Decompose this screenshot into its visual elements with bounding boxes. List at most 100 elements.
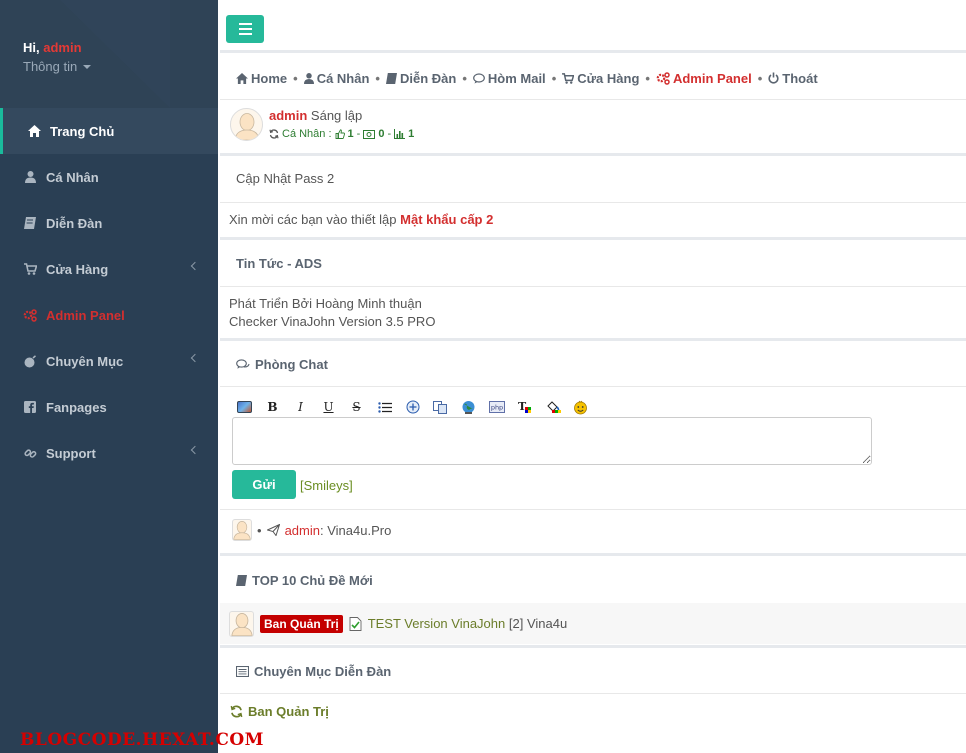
update-pass-notice[interactable]: Cập Nhật Pass 2 <box>220 171 966 186</box>
sidebar-item-home[interactable]: Trang Chủ <box>0 108 218 154</box>
message-user[interactable]: admin <box>285 523 320 538</box>
avatar-silhouette-icon <box>234 113 259 140</box>
news-body: Phát Triển Bởi Hoàng Minh thuận Checker … <box>220 295 966 331</box>
chart-count: 1 <box>408 128 415 140</box>
nav-label: Diễn Đàn <box>399 70 457 86</box>
sidebar-item-forum[interactable]: Diễn Đàn <box>0 200 218 246</box>
top10-title: TOP 10 Chủ Đề Mới <box>252 573 373 588</box>
italic-icon[interactable]: I <box>292 399 309 415</box>
insert-image-icon[interactable] <box>236 399 253 415</box>
top-nav: Home • Cá Nhân • Diễn Đàn • Hòm Mail • C… <box>220 68 966 88</box>
refresh-icon <box>230 705 243 718</box>
book-icon <box>236 575 247 586</box>
sidebar-item-label: Fanpages <box>46 399 107 415</box>
list-alt-icon <box>236 666 249 677</box>
stats-dash: - <box>387 128 392 140</box>
user-line: admin Sáng lập <box>269 108 414 123</box>
underline-icon[interactable]: U <box>320 399 337 415</box>
user-stats: Cá Nhân : 1 - 0 - 1 <box>269 128 414 140</box>
topic-row: Ban Quản Trị TEST Version VinaJohn [2] V… <box>220 603 966 644</box>
greeting: Hi, admin <box>23 40 91 55</box>
menu-toggle-button[interactable] <box>226 15 264 43</box>
message-content: admin: Vina4u.Pro <box>285 523 392 538</box>
nav-mail[interactable]: Hòm Mail <box>472 70 546 86</box>
smileys-link[interactable]: [Smileys] <box>300 478 353 493</box>
sidebar-item-categories[interactable]: Chuyên Mục <box>0 338 218 384</box>
info-dropdown[interactable]: Thông tin <box>23 59 92 74</box>
book-icon <box>22 217 38 229</box>
nav-separator: • <box>757 70 763 86</box>
nav-forum[interactable]: Diễn Đàn <box>385 70 457 86</box>
user-info: admin Sáng lập Cá Nhân : 1 - 0 - 1 <box>269 108 414 140</box>
sidebar-item-label: Chuyên Mục <box>46 353 124 369</box>
news-line: Checker VinaJohn Version 3.5 PRO <box>229 314 436 329</box>
admin-badge[interactable]: Ban Quản Trị <box>260 614 343 633</box>
sidebar-item-support[interactable]: Support <box>0 430 218 476</box>
nav-label: Hòm Mail <box>487 70 546 86</box>
nav-separator: • <box>462 70 467 86</box>
document-check-icon <box>349 616 362 631</box>
nav-label: Cá Nhân <box>316 70 370 86</box>
divider <box>220 237 966 240</box>
chat-avatar[interactable] <box>232 519 252 541</box>
sidebar-menu: Trang Chủ Cá Nhân Diễn Đàn Cửa Hàng Admi… <box>0 108 218 476</box>
power-icon <box>768 72 779 84</box>
nav-separator: • <box>293 70 298 86</box>
add-icon[interactable] <box>404 399 421 415</box>
top10-header: TOP 10 Chủ Đề Mới <box>220 573 966 588</box>
sidebar-item-fanpages[interactable]: Fanpages <box>0 384 218 430</box>
user-panel: admin Sáng lập Cá Nhân : 1 - 0 - 1 <box>220 108 966 144</box>
sidebar-username[interactable]: admin <box>43 40 81 55</box>
nav-separator: • <box>551 70 557 86</box>
php-icon[interactable]: php <box>488 399 505 415</box>
nav-logout[interactable]: Thoát <box>768 70 818 86</box>
bomb-icon <box>22 354 38 368</box>
hamburger-icon-bar <box>238 23 252 25</box>
user-name[interactable]: admin <box>269 108 307 123</box>
globe-icon[interactable] <box>460 399 477 415</box>
topic-link[interactable]: TEST Version VinaJohn <box>368 616 506 631</box>
level2-password-link[interactable]: Mật khẩu cấp 2 <box>400 212 493 227</box>
strikethrough-icon[interactable]: S <box>348 399 365 415</box>
nav-separator: • <box>375 70 380 86</box>
comments-icon <box>236 359 250 369</box>
chat-message: • admin: Vina4u.Pro <box>220 519 966 541</box>
info-label: Thông tin <box>23 59 78 74</box>
text-color-icon[interactable]: T <box>516 399 533 415</box>
send-button[interactable]: Gửi <box>232 470 296 499</box>
caret-down-icon <box>83 64 92 69</box>
topic-avatar[interactable] <box>229 610 254 637</box>
nav-home[interactable]: Home <box>236 71 287 86</box>
divider <box>220 386 966 387</box>
sidebar-item-shop[interactable]: Cửa Hàng <box>0 246 218 292</box>
user-role: Sáng lập <box>310 108 363 123</box>
divider <box>220 99 966 100</box>
divider <box>220 553 966 556</box>
invite-notice: Xin mời các bạn vào thiết lập Mật khẩu c… <box>220 212 966 227</box>
chat-message-input[interactable] <box>232 417 872 465</box>
sidebar-item-label: Trang Chủ <box>50 123 115 139</box>
chevron-left-icon <box>190 261 200 271</box>
money-icon <box>363 129 376 139</box>
sidebar-item-admin-panel[interactable]: Admin Panel <box>0 292 218 338</box>
nav-separator: • <box>645 70 650 86</box>
bold-icon[interactable]: B <box>264 399 281 415</box>
hamburger-icon-bar <box>238 33 252 35</box>
list-icon[interactable] <box>376 399 393 415</box>
nav-personal[interactable]: Cá Nhân <box>303 70 370 86</box>
divider <box>220 338 966 341</box>
paint-bucket-icon[interactable] <box>544 399 561 415</box>
copy-icon[interactable] <box>432 399 449 415</box>
user-avatar[interactable] <box>230 108 263 141</box>
news-header: Tin Tức - ADS <box>220 256 966 271</box>
invite-text: Xin mời các bạn vào thiết lập <box>229 212 397 227</box>
news-line: Phát Triển Bởi Hoàng Minh thuận <box>229 296 422 311</box>
nav-admin-panel[interactable]: Admin Panel <box>656 71 752 86</box>
nav-label: Admin Panel <box>672 70 752 86</box>
forum-category[interactable]: Ban Quản Trị <box>220 704 966 719</box>
sidebar-item-personal[interactable]: Cá Nhân <box>0 154 218 200</box>
nav-shop[interactable]: Cửa Hàng <box>562 71 639 86</box>
smiley-icon[interactable] <box>572 399 589 415</box>
main-content: Home • Cá Nhân • Diễn Đàn • Hòm Mail • C… <box>218 0 966 753</box>
nav-label: Thoát <box>782 70 818 86</box>
